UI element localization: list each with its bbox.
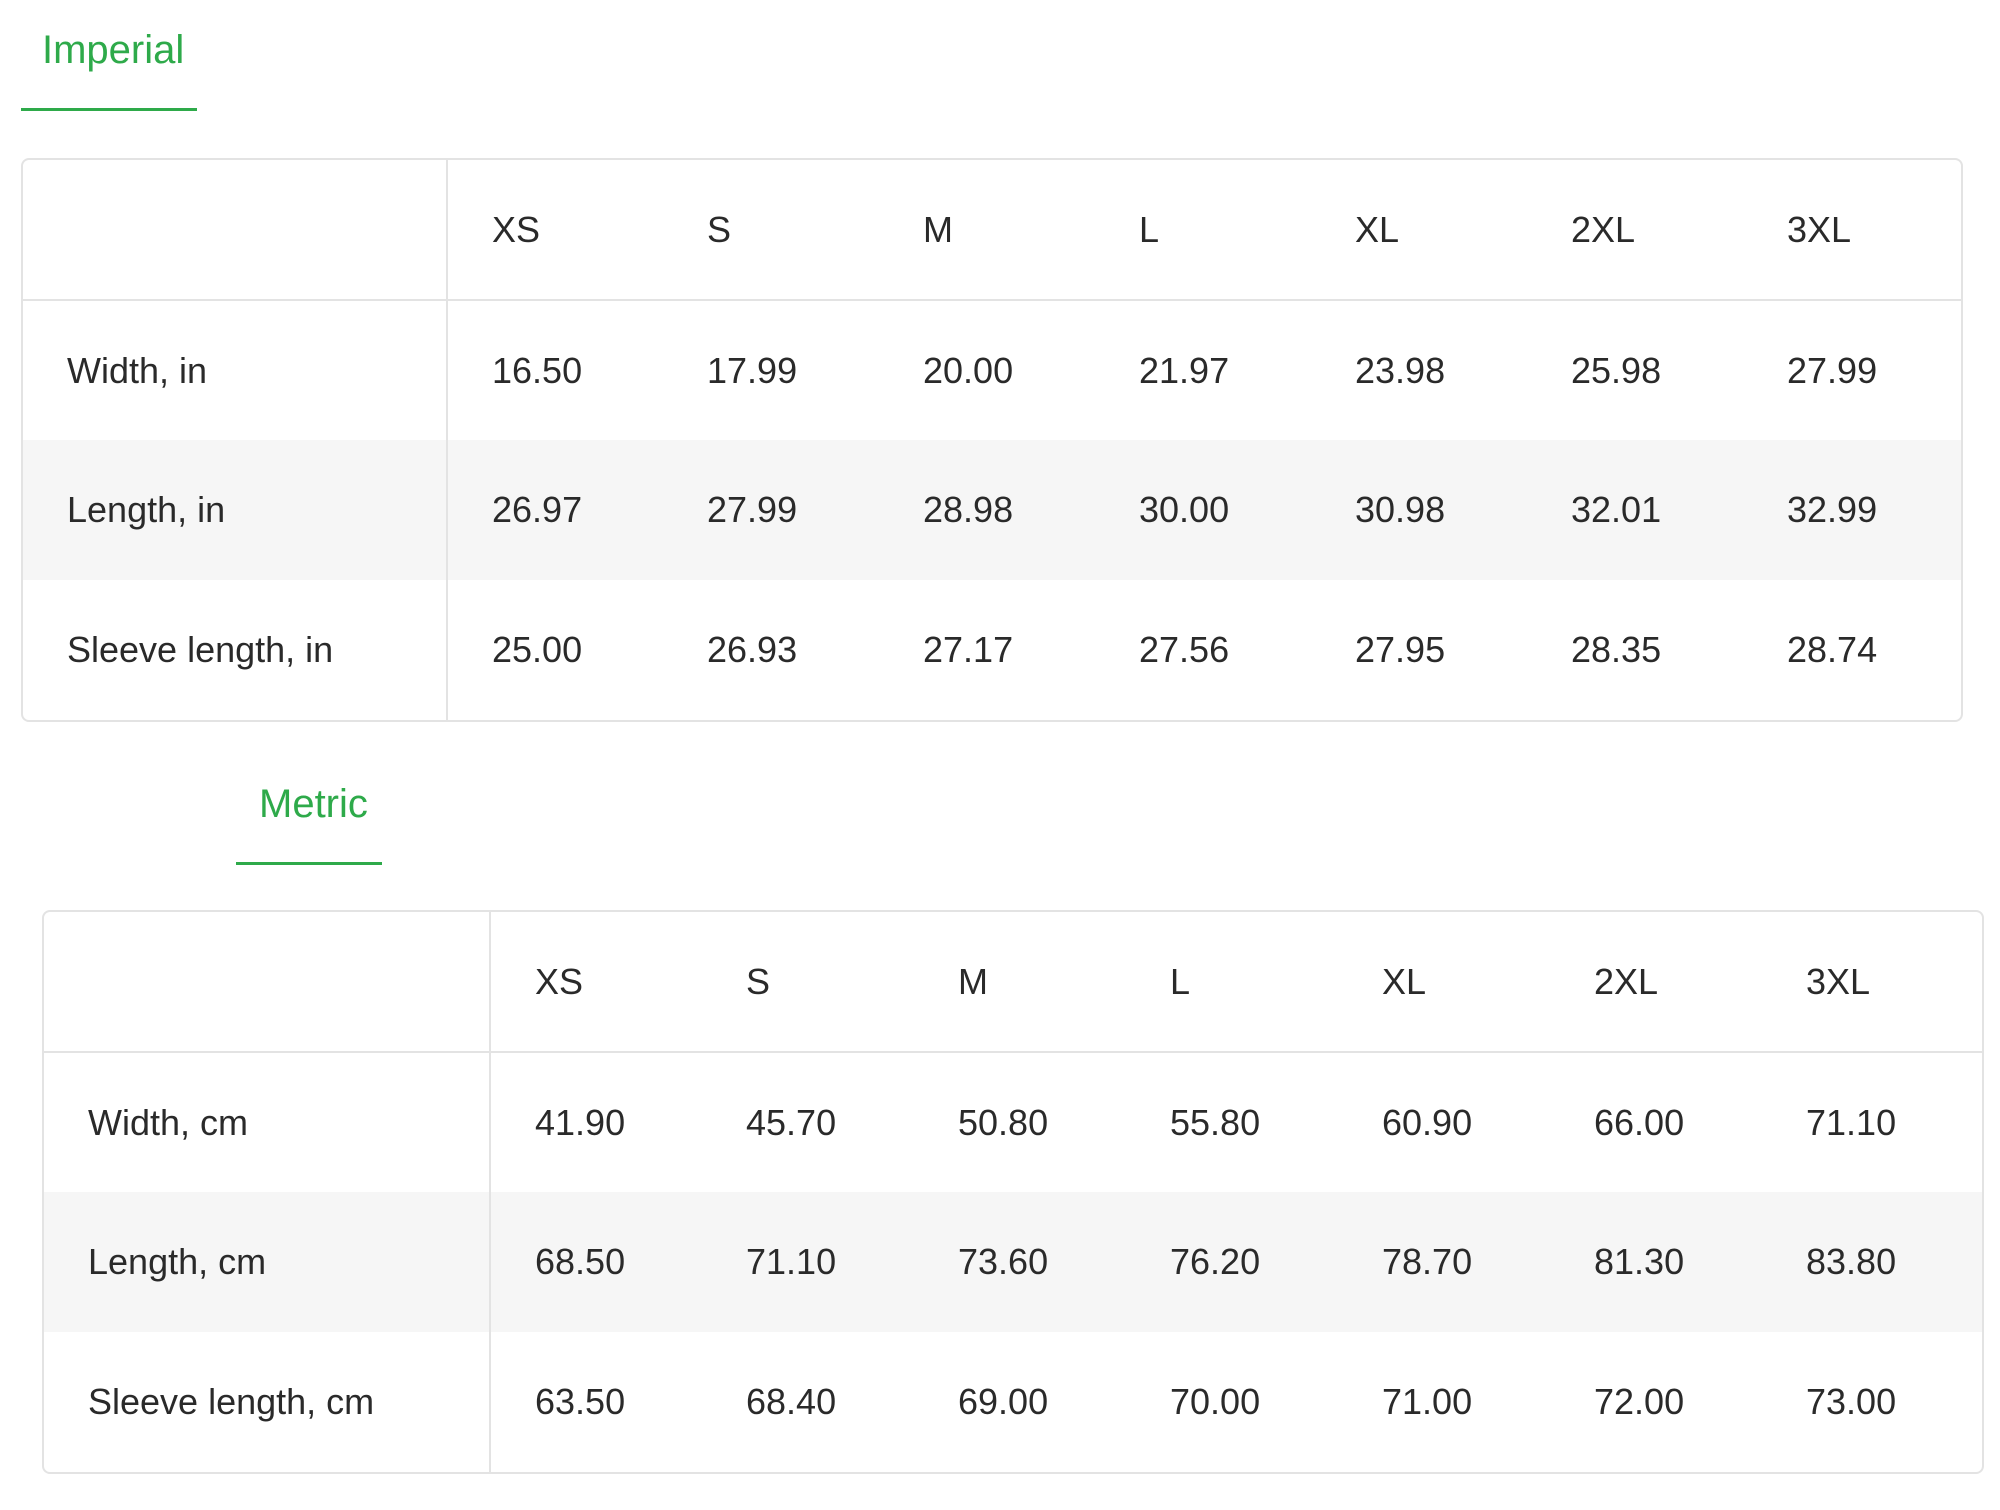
table-cell: 28.74 xyxy=(1787,629,1878,670)
metric-table: XS S M L XL 2XL 3XL Width, cm 41.90 45.7… xyxy=(44,912,1982,1472)
table-cell: 66.00 xyxy=(1594,1101,1685,1143)
row-label: Width, cm xyxy=(44,1052,491,1192)
table-cell: 69.00 xyxy=(958,1381,1049,1422)
table-cell: 27.99 xyxy=(1787,349,1878,391)
row-label: Length, in xyxy=(23,440,448,580)
table-cell: 25.98 xyxy=(1571,349,1662,391)
size-header: 3XL xyxy=(1762,912,1982,1053)
table-cell: 26.97 xyxy=(492,489,583,530)
size-header: L xyxy=(1095,160,1311,301)
table-cell: 16.50 xyxy=(492,349,583,391)
table-cell: 60.90 xyxy=(1382,1101,1473,1143)
size-header: 2XL xyxy=(1550,912,1762,1053)
table-cell: 50.80 xyxy=(958,1101,1049,1143)
table-cell: 70.00 xyxy=(1170,1381,1261,1422)
table-cell: 55.80 xyxy=(1170,1101,1261,1143)
table-cell: 71.10 xyxy=(1806,1101,1897,1143)
table-cell: 27.95 xyxy=(1355,629,1446,670)
table-cell: 32.01 xyxy=(1571,489,1662,530)
table-row: Width, cm 41.90 45.70 50.80 55.80 60.90 … xyxy=(44,1052,1982,1192)
table-cell: 27.17 xyxy=(923,629,1014,670)
table-cell: 71.00 xyxy=(1382,1381,1473,1422)
header-corner-cell xyxy=(23,160,448,301)
row-label: Sleeve length, cm xyxy=(44,1332,491,1472)
table-row: Sleeve length, in 25.00 26.93 27.17 27.5… xyxy=(23,580,1961,720)
table-cell: 17.99 xyxy=(707,349,798,391)
table-cell: 20.00 xyxy=(923,349,1014,391)
table-cell: 63.50 xyxy=(535,1381,626,1422)
row-label: Length, cm xyxy=(44,1192,491,1332)
size-header: S xyxy=(702,912,914,1053)
size-header: M xyxy=(914,912,1126,1053)
table-cell: 27.56 xyxy=(1139,629,1230,670)
table-cell: 32.99 xyxy=(1787,489,1878,530)
size-header: 3XL xyxy=(1743,160,1961,301)
table-header-row: XS S M L XL 2XL 3XL xyxy=(44,912,1982,1053)
table-cell: 68.50 xyxy=(535,1241,626,1282)
size-header: XS xyxy=(447,160,663,301)
table-cell: 28.98 xyxy=(923,489,1014,530)
row-label: Sleeve length, in xyxy=(23,580,448,720)
table-cell: 78.70 xyxy=(1382,1241,1473,1282)
table-cell: 83.80 xyxy=(1806,1241,1897,1282)
table-cell: 26.93 xyxy=(707,629,798,670)
table-row: Width, in 16.50 17.99 20.00 21.97 23.98 … xyxy=(23,300,1961,440)
size-header: L xyxy=(1126,912,1338,1053)
table-row: Sleeve length, cm 63.50 68.40 69.00 70.0… xyxy=(44,1332,1982,1472)
table-row: Length, in 26.97 27.99 28.98 30.00 30.98… xyxy=(23,440,1961,580)
table-row: Length, cm 68.50 71.10 73.60 76.20 78.70… xyxy=(44,1192,1982,1332)
table-cell: 41.90 xyxy=(535,1101,626,1143)
table-cell: 30.98 xyxy=(1355,489,1446,530)
imperial-table: XS S M L XL 2XL 3XL Width, in 16.50 17.9… xyxy=(23,160,1961,720)
tab-imperial-underline xyxy=(21,108,197,111)
table-cell: 68.40 xyxy=(746,1381,837,1422)
table-cell: 72.00 xyxy=(1594,1381,1685,1422)
tab-metric-underline xyxy=(236,862,382,865)
size-header: 2XL xyxy=(1527,160,1743,301)
table-cell: 21.97 xyxy=(1139,349,1230,391)
header-corner-cell xyxy=(44,912,491,1053)
size-header: XL xyxy=(1311,160,1527,301)
size-header: XS xyxy=(490,912,702,1053)
table-header-row: XS S M L XL 2XL 3XL xyxy=(23,160,1961,301)
size-header: XL xyxy=(1338,912,1550,1053)
table-cell: 73.00 xyxy=(1806,1381,1897,1422)
table-cell: 73.60 xyxy=(958,1241,1049,1282)
size-header: S xyxy=(663,160,879,301)
table-cell: 27.99 xyxy=(707,489,798,530)
table-cell: 76.20 xyxy=(1170,1241,1261,1282)
tab-imperial[interactable]: Imperial xyxy=(42,28,184,73)
metric-size-table: XS S M L XL 2XL 3XL Width, cm 41.90 45.7… xyxy=(42,910,1984,1474)
row-label: Width, in xyxy=(23,300,448,440)
table-cell: 28.35 xyxy=(1571,629,1662,670)
tab-metric[interactable]: Metric xyxy=(259,782,368,827)
imperial-size-table: XS S M L XL 2XL 3XL Width, in 16.50 17.9… xyxy=(21,158,1963,722)
size-header: M xyxy=(879,160,1095,301)
table-cell: 81.30 xyxy=(1594,1241,1685,1282)
table-cell: 30.00 xyxy=(1139,489,1230,530)
table-cell: 23.98 xyxy=(1355,349,1446,391)
table-cell: 25.00 xyxy=(492,629,583,670)
table-cell: 71.10 xyxy=(746,1241,837,1282)
table-cell: 45.70 xyxy=(746,1101,837,1143)
